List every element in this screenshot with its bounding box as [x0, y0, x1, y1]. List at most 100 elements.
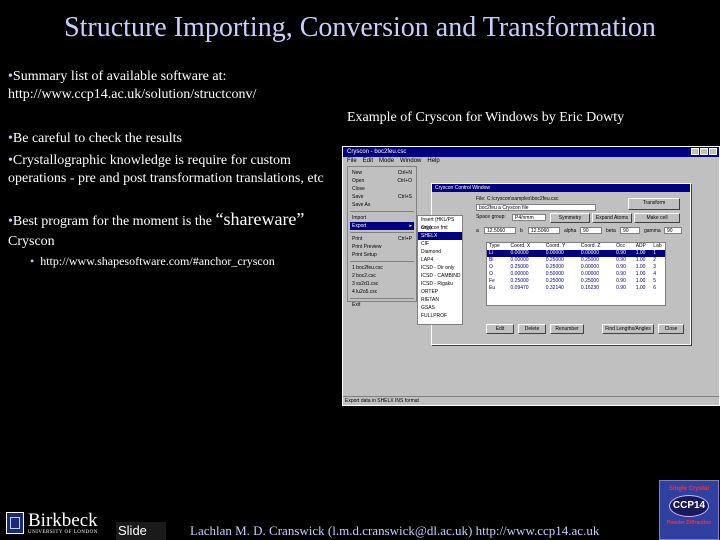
window-titlebar: Cryscon - boc2feu.csc — [343, 147, 719, 157]
crest-icon — [6, 512, 24, 534]
submenu-item[interactable]: Diamond — [418, 248, 462, 256]
menu-item-print[interactable]: Print Ctrl+P — [350, 235, 414, 243]
beta-field[interactable]: 90 — [620, 227, 640, 234]
minimize-icon[interactable] — [691, 148, 699, 155]
menu-divider — [350, 298, 414, 299]
menu-item-save[interactable]: Save Ctrl+S — [350, 193, 414, 201]
menu-item-print-preview[interactable]: Print Preview — [350, 243, 414, 251]
menu-edit[interactable]: Edit — [363, 157, 373, 166]
space-group-label: Space group: — [476, 214, 506, 220]
menu-file[interactable]: File — [347, 157, 357, 166]
table-row[interactable]: Eu 0.09470 0.32140 0.16230 0.90 1.00 6 — [487, 285, 665, 292]
menu-mode[interactable]: Mode — [379, 157, 394, 166]
file-path-label: File: C:\cryscon\samples\boc2feu.csc — [476, 196, 559, 202]
menu-item-new[interactable]: New Ctrl+N — [350, 169, 414, 177]
footer-author: Lachlan M. D. Cranswick (l.m.d.cranswick… — [190, 523, 600, 538]
cell-b-label: b — [520, 228, 523, 234]
status-bar: Export data in SHELX INS format — [343, 396, 719, 405]
table-row[interactable]: Fe 0.25000 0.25000 0.25000 0.90 1.00 5 — [487, 278, 665, 285]
submenu-item[interactable]: ICSD - CAMBIND — [418, 272, 462, 280]
menu-item-recent-2[interactable]: 2 boc2.csc — [350, 272, 414, 280]
gamma-field[interactable]: 90 — [664, 227, 682, 234]
cryscon-text: Cryscon — [8, 234, 55, 249]
ccp14-mid-text: CCP14 — [669, 495, 709, 517]
renumber-button[interactable]: Renumber — [550, 324, 584, 334]
menu-item-recent-3[interactable]: 3 ss2d1.csc — [350, 280, 414, 288]
slide-title: Structure Importing, Conversion and Tran… — [64, 12, 656, 43]
menu-divider — [350, 261, 414, 262]
bullet-best: •Best program for the moment is the “sha… — [8, 210, 340, 231]
menu-item-recent-4[interactable]: 4 lu2o5.csc — [350, 288, 414, 296]
cell-a-label: a — [476, 228, 479, 234]
birkbeck-wordmark: Birkbeck UNIVERSITY OF LONDON — [28, 511, 98, 535]
submenu-item[interactable]: CIF — [418, 240, 462, 248]
menu-help[interactable]: Help — [427, 157, 439, 166]
cell-a-field[interactable]: 12.5060 — [484, 227, 516, 234]
cryscon-url[interactable]: http://www.shapesoftware.com/#anchor_cry… — [40, 254, 275, 268]
make-cell-button[interactable]: Make cell — [634, 213, 680, 223]
control-dialog: Cryscon Control Window File: C:\cryscon\… — [431, 183, 691, 345]
menu-divider — [350, 211, 414, 212]
bullet-careful: •Be careful to check the results — [8, 130, 318, 148]
submenu-item[interactable]: Insert (HKL/PS only) — [418, 216, 462, 231]
menu-divider — [350, 232, 414, 233]
sub-bullet-icon: • — [30, 254, 35, 268]
submenu-item[interactable]: RIETAN — [418, 296, 462, 304]
shareware-text: “shareware” — [215, 209, 305, 229]
example-caption: Example of Cryscon for Windows by Eric D… — [347, 110, 625, 125]
dialog-title: Cryscon Control Window — [432, 184, 690, 192]
alpha-label: alpha — [564, 228, 577, 234]
comment-field[interactable]: boc2feu a Cryscon file — [476, 204, 596, 211]
ccp14-bot-text: Powder Diffraction — [666, 520, 712, 526]
cell-b-field[interactable]: 12.5060 — [528, 227, 560, 234]
menu-item-close[interactable]: Close — [350, 185, 414, 193]
file-menu: New Ctrl+N Open Ctrl+O Close Save Ctrl+S Sa… — [347, 166, 417, 308]
delete-button[interactable]: Delete — [518, 324, 546, 334]
cryscon-screenshot: Cryscon - boc2feu.csc File Edit Mode Win… — [342, 146, 720, 406]
menu-window[interactable]: Window — [400, 157, 421, 166]
careful-text: Be careful to check the results — [12, 131, 182, 146]
symmetry-button[interactable]: Symmetry — [550, 213, 590, 223]
expand-atoms-button[interactable]: Expand Atoms — [592, 213, 632, 223]
submenu-item[interactable]: Cryscon fmt — [418, 224, 462, 232]
table-row[interactable]: O 0.25000 0.25000 0.00000 0.90 1.00 3 — [487, 264, 665, 271]
submenu-item[interactable]: FULLPROF — [418, 312, 462, 320]
table-row[interactable]: O 0.00000 0.50000 0.00000 0.90 1.00 4 — [487, 271, 665, 278]
maximize-icon[interactable] — [700, 148, 708, 155]
slide-number-box: Slide — [116, 522, 166, 540]
ccp14-logo: Single Crystal CCP14 Powder Diffraction — [659, 480, 719, 540]
birkbeck-logo: Birkbeck UNIVERSITY OF LONDON — [6, 510, 98, 536]
submenu-item[interactable]: ICSD - Rigaku — [418, 280, 462, 288]
space-group-field[interactable]: P4/nmm — [512, 214, 546, 221]
menu-item-save-as[interactable]: Save As — [350, 201, 414, 209]
transform-button[interactable]: Transform — [628, 198, 680, 210]
best-text: Best program for the moment is the — [12, 214, 212, 229]
menu-item-open[interactable]: Open Ctrl+O — [350, 177, 414, 185]
menu-item-export[interactable]: Export ▸ — [350, 222, 414, 230]
alpha-field[interactable]: 90 — [580, 227, 602, 234]
summary-url: http://www.ccp14.ac.uk/solution/structco… — [8, 87, 257, 102]
bullet-summary: •Summary list of available software at: — [8, 68, 308, 86]
bullet-knowledge: •Crystallographic knowledge is require f… — [8, 152, 330, 188]
close-icon[interactable] — [709, 148, 717, 155]
submenu-item[interactable]: ICSD - Dir only — [418, 264, 462, 272]
table-row[interactable]: Bi 0.00000 0.25000 0.25000 0.90 1.00 2 — [487, 257, 665, 264]
window-controls — [691, 148, 717, 155]
menu-item-print-setup[interactable]: Print Setup — [350, 251, 414, 259]
submenu-item[interactable]: ORTEP — [418, 288, 462, 296]
menu-item-exit[interactable]: Exit — [350, 301, 414, 309]
sub-bullet: • http://www.shapesoftware.com/#anchor_c… — [30, 254, 340, 269]
table-row[interactable]: Li 0.00000 0.00000 0.00000 0.90 1.00 1 — [487, 250, 665, 257]
knowledge-text: Crystallographic knowledge is require fo… — [8, 153, 324, 186]
menu-item-import[interactable]: Import — [350, 214, 414, 222]
edit-button[interactable]: Edit — [486, 324, 514, 334]
menu-item-recent-1[interactable]: 1 boc2feu.csc — [350, 264, 414, 272]
close-button[interactable]: Close — [658, 324, 684, 334]
submenu-item-shelx[interactable]: SHELX — [418, 232, 462, 240]
export-submenu: Insert (HKL/PS only) Cryscon fmt SHELX C… — [417, 215, 463, 325]
submenu-item[interactable]: LAP4 — [418, 256, 462, 264]
find-angles-button[interactable]: Find Lengths/Angles — [602, 324, 654, 334]
birkbeck-sub: UNIVERSITY OF LONDON — [28, 529, 98, 535]
gamma-label: gamma — [644, 228, 661, 234]
submenu-item[interactable]: GSAS — [418, 304, 462, 312]
